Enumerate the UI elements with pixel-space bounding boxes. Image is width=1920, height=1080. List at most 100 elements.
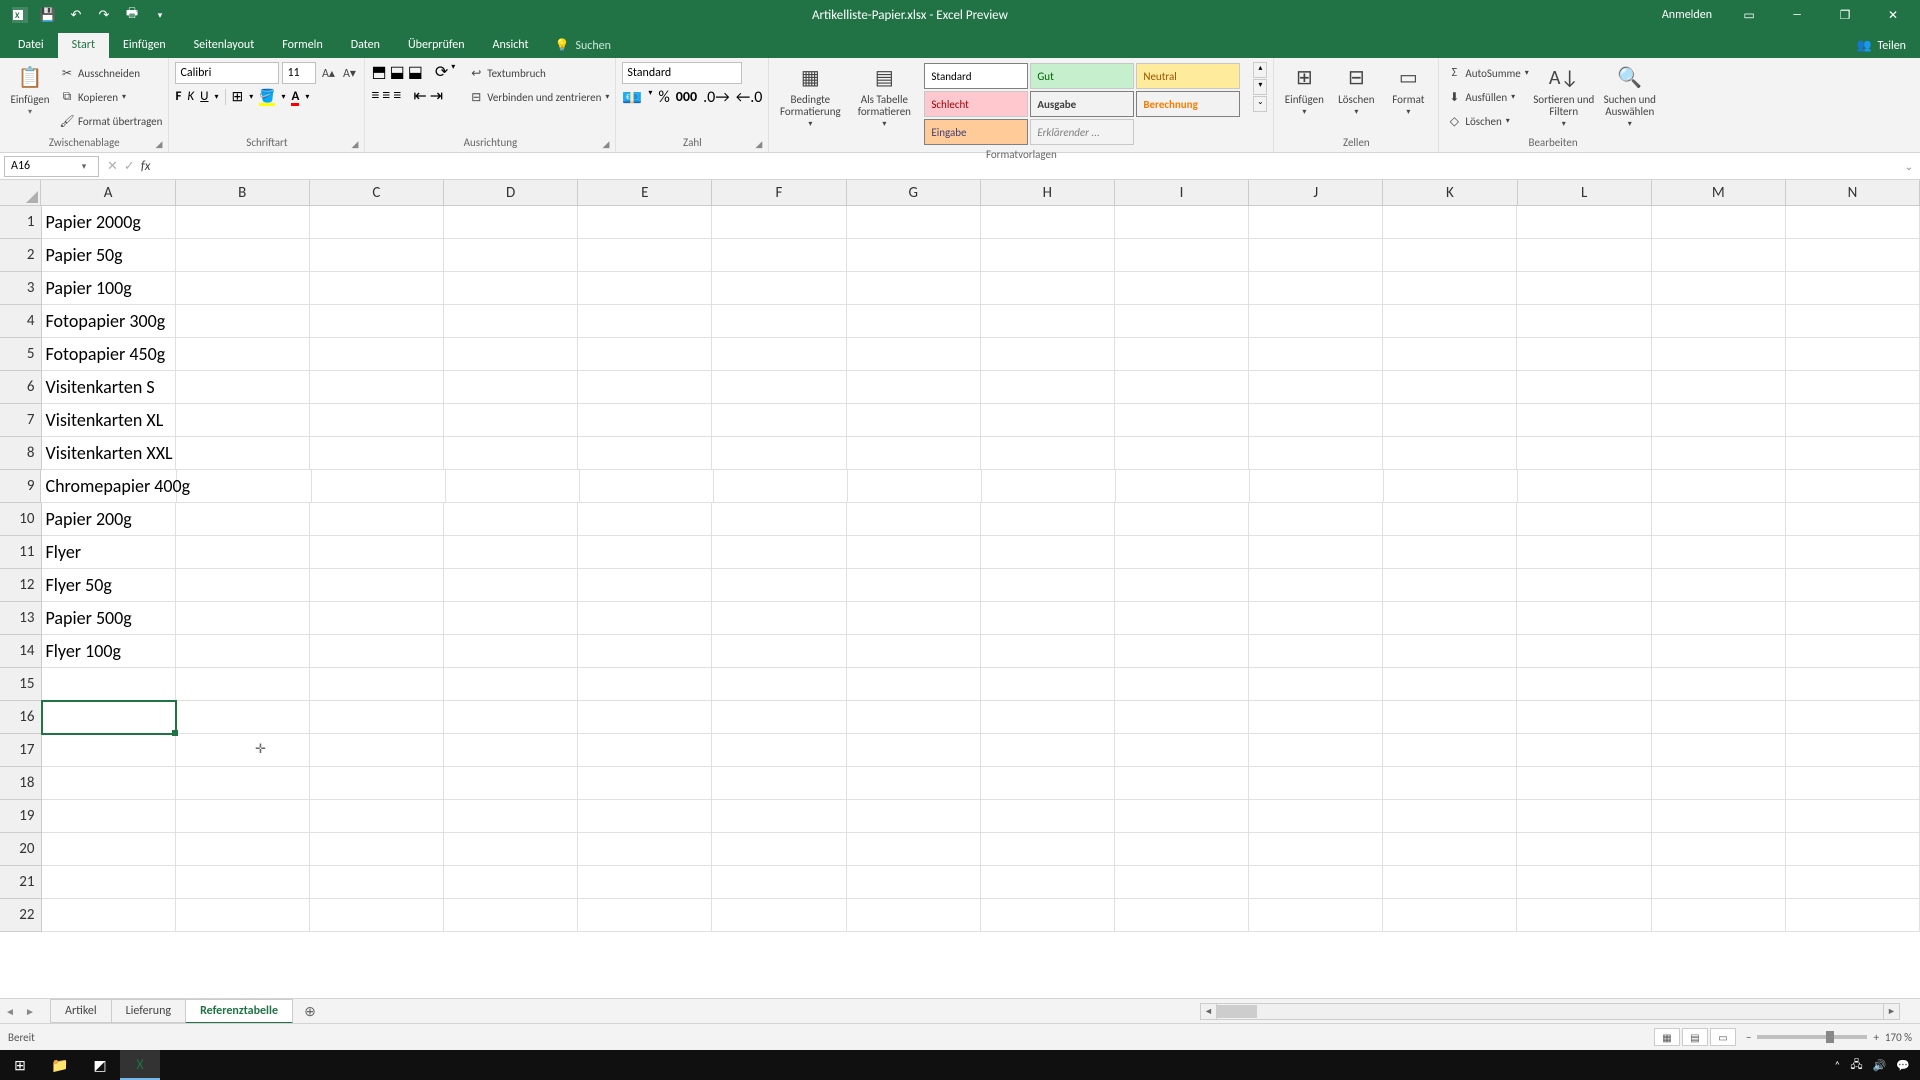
cell[interactable] [1786, 833, 1920, 866]
cell[interactable] [42, 668, 176, 701]
cell[interactable] [1517, 272, 1651, 305]
scroll-left-icon[interactable]: ◄ [1200, 1003, 1217, 1020]
cell[interactable] [310, 899, 444, 932]
cell[interactable] [1383, 239, 1517, 272]
clear-button[interactable]: ◇Löschen▾ [1445, 110, 1528, 132]
cell[interactable] [712, 668, 846, 701]
minimize-button[interactable]: ― [1774, 0, 1820, 30]
cell[interactable] [1517, 833, 1651, 866]
row-header[interactable]: 22 [0, 899, 42, 932]
cell[interactable] [714, 470, 848, 503]
cell[interactable] [176, 833, 310, 866]
row-header[interactable]: 2 [0, 239, 42, 272]
name-box-input[interactable] [5, 159, 75, 173]
conditional-formatting-button[interactable]: ▦ Bedingte Formatierung▾ [775, 62, 845, 129]
cell[interactable] [578, 536, 712, 569]
cell[interactable] [981, 734, 1115, 767]
tab-insert[interactable]: Einfügen [109, 33, 180, 58]
cell[interactable] [712, 800, 846, 833]
tab-home[interactable]: Start [58, 33, 109, 58]
cell[interactable] [444, 404, 578, 437]
cell[interactable] [176, 239, 310, 272]
task-view-icon[interactable]: ◩ [80, 1050, 120, 1080]
cell[interactable] [42, 899, 176, 932]
cell[interactable] [981, 866, 1115, 899]
redo-icon[interactable]: ↷ [94, 5, 114, 25]
cell[interactable] [1383, 602, 1517, 635]
cell[interactable] [1786, 899, 1920, 932]
cell[interactable] [847, 668, 981, 701]
cell[interactable] [981, 602, 1115, 635]
cell[interactable] [578, 305, 712, 338]
row-header[interactable]: 4 [0, 305, 42, 338]
cell[interactable] [310, 668, 444, 701]
row-header[interactable]: 11 [0, 536, 42, 569]
cell[interactable] [1115, 272, 1249, 305]
column-header[interactable]: E [578, 180, 712, 206]
sheet-tab-referenztabelle[interactable]: Referenztabelle [185, 999, 293, 1024]
cell[interactable] [1786, 701, 1920, 734]
cell[interactable] [42, 767, 176, 800]
cell[interactable] [310, 371, 444, 404]
cell[interactable] [310, 437, 444, 470]
cell[interactable] [1383, 635, 1517, 668]
cell[interactable] [176, 338, 310, 371]
cell[interactable] [712, 767, 846, 800]
cell[interactable] [578, 569, 712, 602]
cell[interactable]: Flyer 50g [42, 569, 176, 602]
cell[interactable] [1384, 470, 1518, 503]
cell[interactable] [981, 536, 1115, 569]
cell[interactable] [1652, 338, 1786, 371]
cell[interactable] [712, 569, 846, 602]
cell[interactable] [981, 899, 1115, 932]
cell[interactable] [1116, 470, 1250, 503]
sheet-nav-last-icon[interactable]: ► [20, 1005, 40, 1018]
format-as-table-button[interactable]: ▤ Als Tabelle formatieren▾ [849, 62, 919, 129]
cell[interactable] [310, 734, 444, 767]
cell[interactable] [1383, 437, 1517, 470]
zoom-slider[interactable] [1757, 1035, 1867, 1039]
cell[interactable] [444, 668, 578, 701]
cell[interactable] [578, 668, 712, 701]
grow-font-icon[interactable]: A▴ [319, 64, 337, 82]
cell[interactable] [1786, 635, 1920, 668]
cell[interactable] [310, 833, 444, 866]
cell[interactable] [847, 800, 981, 833]
cell[interactable] [1652, 635, 1786, 668]
cell[interactable] [444, 635, 578, 668]
cell[interactable]: Visitenkarten XL [42, 404, 176, 437]
worksheet-grid[interactable]: ABCDEFGHIJKLMN 1Papier 2000g2Papier 50g3… [0, 180, 1920, 998]
cell[interactable] [712, 371, 846, 404]
cell[interactable] [176, 503, 310, 536]
cell[interactable] [1383, 404, 1517, 437]
signin-button[interactable]: Anmelden [1650, 0, 1724, 30]
cell[interactable] [578, 767, 712, 800]
cell[interactable] [1249, 701, 1383, 734]
cell[interactable] [310, 767, 444, 800]
cell[interactable] [712, 239, 846, 272]
accounting-format-icon[interactable]: 💶 [622, 88, 642, 108]
cell[interactable] [1517, 503, 1651, 536]
column-header[interactable]: C [310, 180, 444, 206]
cell[interactable] [847, 899, 981, 932]
cell[interactable] [981, 701, 1115, 734]
cell[interactable] [712, 272, 846, 305]
align-center-icon[interactable]: ≡ [382, 86, 390, 106]
cell[interactable] [444, 338, 578, 371]
cell[interactable] [176, 437, 310, 470]
cell[interactable] [1786, 503, 1920, 536]
cell[interactable] [847, 338, 981, 371]
cell[interactable]: Papier 200g [42, 503, 176, 536]
cell[interactable] [1517, 371, 1651, 404]
cell[interactable] [444, 503, 578, 536]
cell[interactable] [1249, 602, 1383, 635]
cell[interactable] [310, 602, 444, 635]
style-standard[interactable]: Standard [924, 63, 1028, 89]
cell[interactable] [1115, 668, 1249, 701]
cell[interactable] [712, 635, 846, 668]
insert-cells-button[interactable]: ⊞Einfügen▾ [1280, 62, 1328, 117]
cell[interactable] [444, 272, 578, 305]
cell[interactable] [1115, 404, 1249, 437]
select-all-corner[interactable] [0, 180, 41, 206]
normal-view-button[interactable]: ▦ [1654, 1028, 1680, 1046]
